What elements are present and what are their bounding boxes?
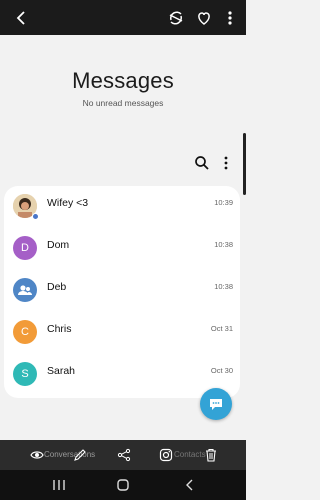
recent-apps-icon[interactable]: [52, 479, 66, 491]
instagram-icon[interactable]: [159, 448, 173, 462]
avatar: C: [13, 320, 37, 344]
avatar: D: [13, 236, 37, 260]
unread-status: No unread messages: [82, 98, 164, 108]
avatar: [13, 278, 37, 302]
system-navigation-bar: [0, 470, 246, 500]
conversation-row[interactable]: Deb 10:38: [4, 270, 240, 312]
conversation-row[interactable]: Wifey <3 10:39: [4, 186, 240, 228]
sync-icon[interactable]: [166, 8, 186, 28]
contact-name: Chris: [47, 323, 72, 335]
message-time: 10:38: [214, 282, 233, 291]
avatar: S: [13, 362, 37, 386]
conversation-row[interactable]: D Dom 10:38: [4, 228, 240, 270]
list-more-options-icon[interactable]: [221, 155, 231, 171]
group-icon: [18, 285, 32, 295]
message-time: Oct 30: [210, 366, 233, 375]
tab-conversations[interactable]: Conversations: [44, 450, 95, 459]
contact-name: Deb: [47, 281, 67, 293]
tab-contacts[interactable]: Contacts: [174, 450, 206, 459]
conversation-row[interactable]: C Chris Oct 31: [4, 312, 240, 354]
pencil-icon[interactable]: [73, 448, 87, 462]
message-time: 10:38: [214, 240, 233, 249]
online-status-dot: [32, 213, 39, 220]
page-title: Messages: [72, 68, 174, 93]
bottom-toolbar: Conversations Contacts: [0, 440, 246, 470]
chat-bubble-icon: [210, 399, 222, 410]
top-app-bar: [0, 0, 246, 35]
trash-icon[interactable]: [204, 448, 218, 462]
contact-name: Dom: [47, 239, 70, 251]
share-icon[interactable]: [117, 448, 131, 462]
heart-icon[interactable]: [194, 8, 214, 28]
conversation-list: Wifey <3 10:39 D Dom 10:38 Deb 10:38 C C…: [4, 186, 240, 398]
compose-message-button[interactable]: [200, 388, 232, 420]
back-arrow-icon[interactable]: [12, 8, 32, 28]
contact-name: Sarah: [47, 365, 76, 377]
home-icon[interactable]: [116, 478, 130, 492]
nav-back-icon[interactable]: [184, 479, 194, 491]
messages-header: Messages No unread messages: [0, 35, 246, 185]
scrollbar[interactable]: [243, 133, 246, 195]
message-time: Oct 31: [210, 324, 233, 333]
more-options-icon[interactable]: [220, 8, 240, 28]
message-time: 10:39: [214, 198, 233, 207]
conversation-row[interactable]: S Sarah Oct 30: [4, 354, 240, 396]
search-icon[interactable]: [194, 155, 210, 171]
eye-icon[interactable]: [30, 448, 44, 462]
contact-name: Wifey <3: [47, 197, 89, 209]
